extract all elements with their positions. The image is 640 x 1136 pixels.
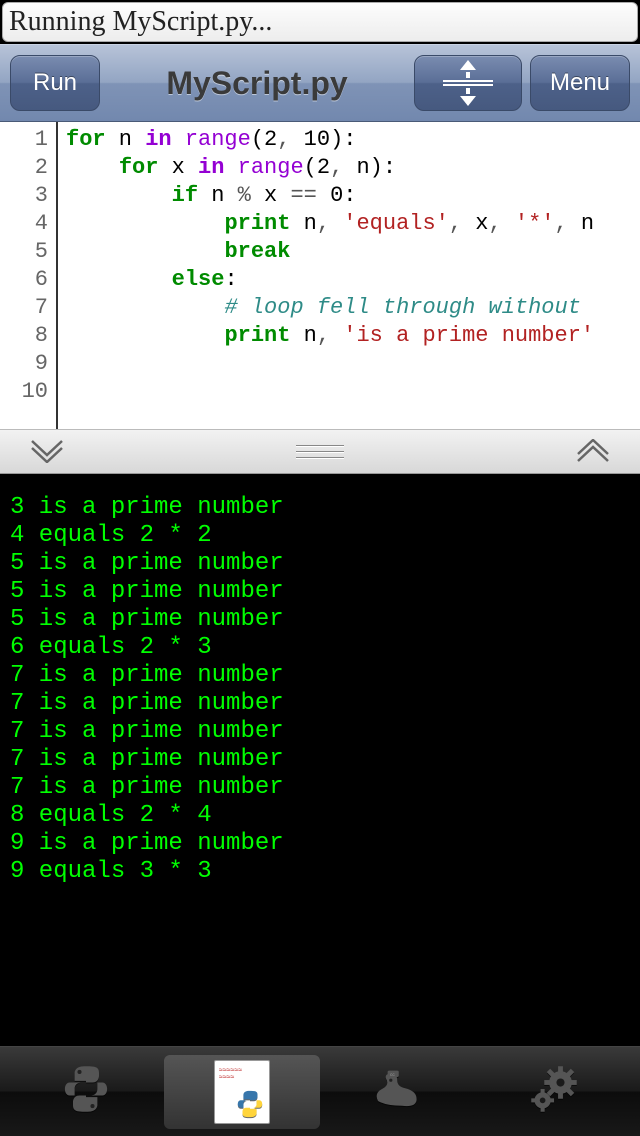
code-editor[interactable]: 12345678910 for n in range(2, 10): for x… (0, 122, 640, 429)
line-number: 2 (0, 154, 56, 182)
toolbar: Run MyScript.py Menu (0, 44, 640, 122)
code-line: print n, 'is a prime number' (66, 322, 640, 350)
code-line: else: (66, 266, 640, 294)
svg-text:cc: cc (390, 1073, 395, 1078)
python-icon (60, 1063, 112, 1120)
code-area[interactable]: for n in range(2, 10): for x in range(2,… (58, 122, 640, 429)
code-line: for n in range(2, 10): (66, 126, 640, 154)
document-icon: ≈≈≈≈≈≈≈≈≈≈ (214, 1060, 270, 1124)
menu-button-label: Menu (550, 69, 610, 97)
console-output[interactable]: 3 is a prime number 4 equals 2 * 2 5 is … (0, 474, 640, 1046)
code-line: for x in range(2, n): (66, 154, 640, 182)
snake-tab[interactable]: cc (320, 1055, 476, 1129)
chevron-up-icon[interactable] (576, 435, 610, 469)
pane-divider[interactable] (0, 429, 640, 474)
settings-tab[interactable] (476, 1055, 632, 1129)
file-tab[interactable]: ≈≈≈≈≈≈≈≈≈≈ (164, 1055, 320, 1129)
page-title: MyScript.py (108, 65, 406, 102)
line-number: 6 (0, 266, 56, 294)
line-number: 10 (0, 378, 56, 406)
chevron-down-icon[interactable] (30, 435, 64, 469)
tab-bar: ≈≈≈≈≈≈≈≈≈≈ cc (0, 1046, 640, 1136)
code-line: # loop fell through without (66, 294, 640, 322)
code-line (66, 350, 640, 378)
menu-button[interactable]: Menu (530, 55, 630, 111)
drag-handle-icon[interactable] (296, 445, 344, 459)
snake-icon: cc (370, 1065, 426, 1118)
line-number: 1 (0, 126, 56, 154)
run-button-label: Run (33, 69, 77, 97)
line-number: 7 (0, 294, 56, 322)
line-number: 4 (0, 210, 56, 238)
python-tab[interactable] (8, 1055, 164, 1129)
status-bar: Running MyScript.py... (2, 2, 638, 42)
code-line (66, 378, 640, 406)
line-number: 9 (0, 350, 56, 378)
gear-icon (528, 1063, 580, 1120)
split-view-button[interactable] (414, 55, 522, 111)
code-line: break (66, 238, 640, 266)
line-number: 3 (0, 182, 56, 210)
line-gutter: 12345678910 (0, 122, 58, 429)
split-icon (443, 60, 493, 106)
run-button[interactable]: Run (10, 55, 100, 111)
status-text: Running MyScript.py... (9, 6, 272, 38)
line-number: 8 (0, 322, 56, 350)
code-line: print n, 'equals', x, '*', n (66, 210, 640, 238)
line-number: 5 (0, 238, 56, 266)
code-line: if n % x == 0: (66, 182, 640, 210)
